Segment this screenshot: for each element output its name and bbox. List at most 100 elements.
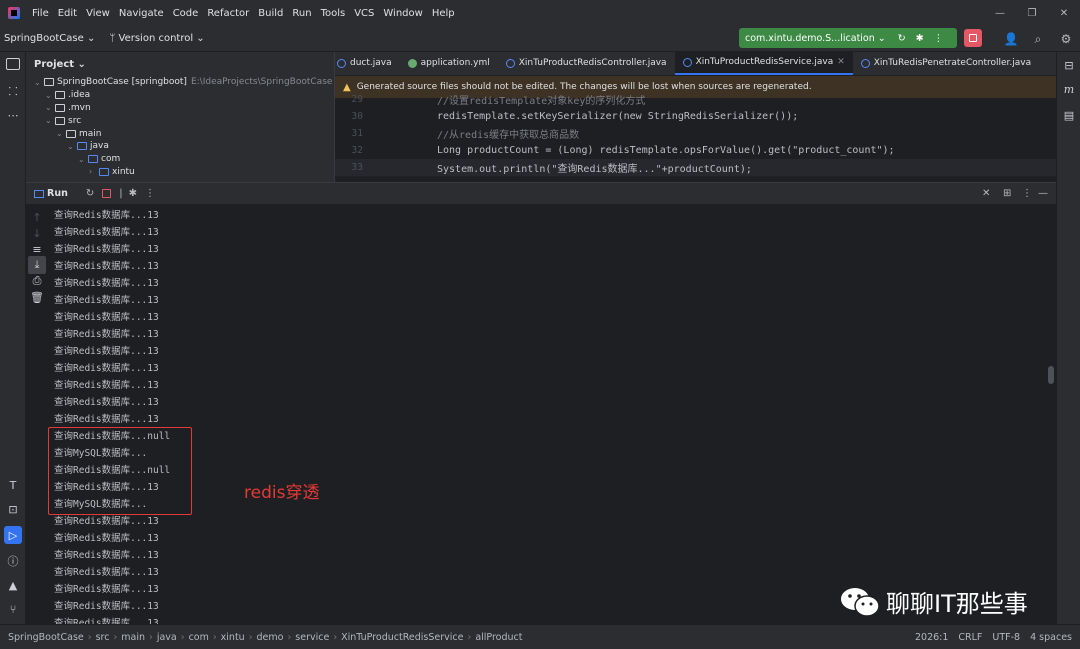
status-bar: SpringBootCase › src › main › java › com › xintu › d… <box>0 624 1080 649</box>
close-icon[interactable]: ✕ <box>837 57 845 67</box>
tree-row[interactable]: ⌄ com <box>26 153 334 166</box>
chevron-icon[interactable]: ⌄ <box>78 155 88 164</box>
chevron-icon[interactable]: ⌄ <box>56 129 66 138</box>
restore-icon[interactable]: ❐ <box>1016 0 1048 26</box>
tree-row[interactable]: ⌄ main <box>26 127 334 140</box>
class-file-icon <box>860 58 870 68</box>
run-tool-icon[interactable]: ▷ <box>4 526 22 544</box>
breadcrumb-item[interactable]: xintu <box>221 632 245 643</box>
run-configuration-selector[interactable]: com.xintu.demo.S...lication ⌄ ↻ ✱ ⋮ <box>739 28 957 48</box>
breadcrumb-separator: › <box>87 631 92 643</box>
settings-icon[interactable]: ⚙ <box>1058 31 1074 47</box>
chevron-icon[interactable]: ⌄ <box>45 91 55 100</box>
menu-item-tools[interactable]: Tools <box>321 8 346 19</box>
chevron-icon[interactable]: › <box>89 167 99 176</box>
breadcrumb-item[interactable]: src <box>96 632 110 643</box>
tree-row[interactable]: › xintu <box>26 166 334 179</box>
terminal-icon[interactable]: ⊡ <box>4 500 22 518</box>
more-tools-icon[interactable]: ⋯ <box>4 106 22 124</box>
editor-area: duct.java application.yml XinTuProductRedi… <box>334 52 1056 182</box>
menu-item-code[interactable]: Code <box>173 8 199 19</box>
editor-tab[interactable]: XinTuProductRedisService.java ✕ <box>674 52 853 75</box>
chevron-icon[interactable]: ⌄ <box>45 116 55 125</box>
chevron-icon[interactable]: ⌄ <box>67 142 77 151</box>
minimize-panel-icon[interactable]: — <box>1038 188 1048 199</box>
project-pane-title[interactable]: Project ⌄ <box>26 52 334 76</box>
menu-item-edit[interactable]: Edit <box>58 8 77 19</box>
tree-row[interactable]: ⌄ SpringBootCase [springboot] E:\IdeaProje… <box>26 76 334 89</box>
breadcrumb-item[interactable]: java <box>157 632 177 643</box>
maven-m-icon[interactable]: m <box>1060 80 1078 98</box>
stop-icon[interactable] <box>102 189 112 198</box>
more-icon[interactable]: ⋮ <box>934 33 944 44</box>
breadcrumb-item[interactable]: SpringBootCase <box>8 632 84 643</box>
menu-item-window[interactable]: Window <box>383 8 422 19</box>
run-tab[interactable]: Run <box>26 188 68 199</box>
close-icon[interactable]: ✕ <box>1048 0 1080 26</box>
run-panel-header: Run ↻ | ✱ ⋮ ✕ ⊞ ⋮ — <box>26 182 1056 204</box>
layout-icon[interactable]: ⊞ <box>1003 188 1011 199</box>
indent-setting[interactable]: 4 spaces <box>1030 632 1072 643</box>
main-menu: File Edit View Navigate Code Refactor Build Run… <box>32 8 455 19</box>
problems-icon[interactable]: ⓘ <box>4 552 22 570</box>
menu-item-run[interactable]: Run <box>292 8 311 19</box>
editor-tab[interactable]: XinTuRedisPenetrateController.java <box>853 52 1039 75</box>
window-controls: — ❐ ✕ <box>984 0 1080 26</box>
breadcrumb-item[interactable]: allProduct <box>475 632 522 643</box>
tree-row[interactable]: ⌄ java <box>26 140 334 153</box>
maven-icon[interactable]: T <box>4 476 22 494</box>
profile-icon[interactable]: 👤 <box>1003 31 1019 47</box>
menu-item-navigate[interactable]: Navigate <box>119 8 164 19</box>
chevron-icon[interactable]: ⌄ <box>45 103 55 112</box>
rerun-icon[interactable]: ↻ <box>898 33 906 44</box>
breadcrumb-item[interactable]: demo <box>257 632 284 643</box>
close-icon[interactable]: ✕ <box>982 188 990 199</box>
tab-label: XinTuProductRedisController.java <box>518 58 667 68</box>
debug-icon[interactable]: ✱ <box>916 33 924 44</box>
structure-icon[interactable]: ⸬ <box>4 82 22 100</box>
line-separator[interactable]: CRLF <box>958 632 982 643</box>
code-line: 32 Long productCount = (Long) redisTempla… <box>335 142 1056 159</box>
editor-tab[interactable]: XinTuProductRedisController.java <box>498 52 675 75</box>
menu-item-help[interactable]: Help <box>432 8 455 19</box>
breadcrumb-item[interactable]: service <box>295 632 329 643</box>
run-console[interactable]: ↑ ↓ ≡ ⤓ ⎙ 🗑 查询Redis数据库...13 查询Redis数据库...… <box>26 204 1056 624</box>
search-icon[interactable]: ⌕ <box>1030 31 1046 47</box>
stop-button[interactable] <box>964 29 982 47</box>
tree-row[interactable]: ⌄ src <box>26 114 334 127</box>
rerun-icon[interactable]: ↻ <box>86 188 94 199</box>
notifications-icon[interactable]: ⊟ <box>1060 56 1078 74</box>
tree-row[interactable]: ⌄ .idea <box>26 89 334 102</box>
trash-icon[interactable]: 🗑 <box>28 288 46 306</box>
chevron-icon[interactable]: ⌄ <box>34 78 44 87</box>
breadcrumb-separator: › <box>212 631 217 643</box>
editor-tab[interactable]: duct.java <box>335 52 400 75</box>
tree-row[interactable]: ⌄ .mvn <box>26 102 334 115</box>
menu-item-refactor[interactable]: Refactor <box>207 8 249 19</box>
version-control-label: Version control ⌄ <box>118 33 205 44</box>
minimize-icon[interactable]: — <box>984 0 1016 26</box>
warning-tool-icon[interactable]: ▲ <box>4 576 22 594</box>
menu-item-build[interactable]: Build <box>258 8 283 19</box>
code-view[interactable]: 29 //设置redisTemplate对象key的序列化方式 30 redisTem… <box>335 91 1056 176</box>
menu-item-vcs[interactable]: VCS <box>354 8 374 19</box>
wechat-icon <box>841 587 880 617</box>
breadcrumb-item[interactable]: XinTuProductRedisService <box>341 632 463 643</box>
menu-item-view[interactable]: View <box>86 8 110 19</box>
git-icon[interactable]: ⑂ <box>4 600 22 618</box>
folder-icon <box>55 116 65 125</box>
editor-tab[interactable]: application.yml <box>400 52 498 75</box>
scrollbar-thumb[interactable] <box>1048 366 1054 384</box>
breadcrumb-item[interactable]: com <box>189 632 209 643</box>
project-switcher[interactable]: SpringBootCase ⌄ <box>4 33 95 44</box>
caret-position[interactable]: 2026:1 <box>915 632 948 643</box>
menu-item-file[interactable]: File <box>32 8 49 19</box>
more-icon[interactable]: ⋮ <box>145 188 155 199</box>
breadcrumb-item[interactable]: main <box>121 632 145 643</box>
file-encoding[interactable]: UTF-8 <box>992 632 1020 643</box>
debug-icon[interactable]: ✱ <box>129 188 137 199</box>
version-control-switcher[interactable]: ᛘ Version control ⌄ <box>109 33 204 44</box>
project-tool-icon[interactable] <box>6 58 20 70</box>
more-icon[interactable]: ⋮ <box>1022 188 1032 199</box>
database-icon[interactable]: ▤ <box>1060 106 1078 124</box>
